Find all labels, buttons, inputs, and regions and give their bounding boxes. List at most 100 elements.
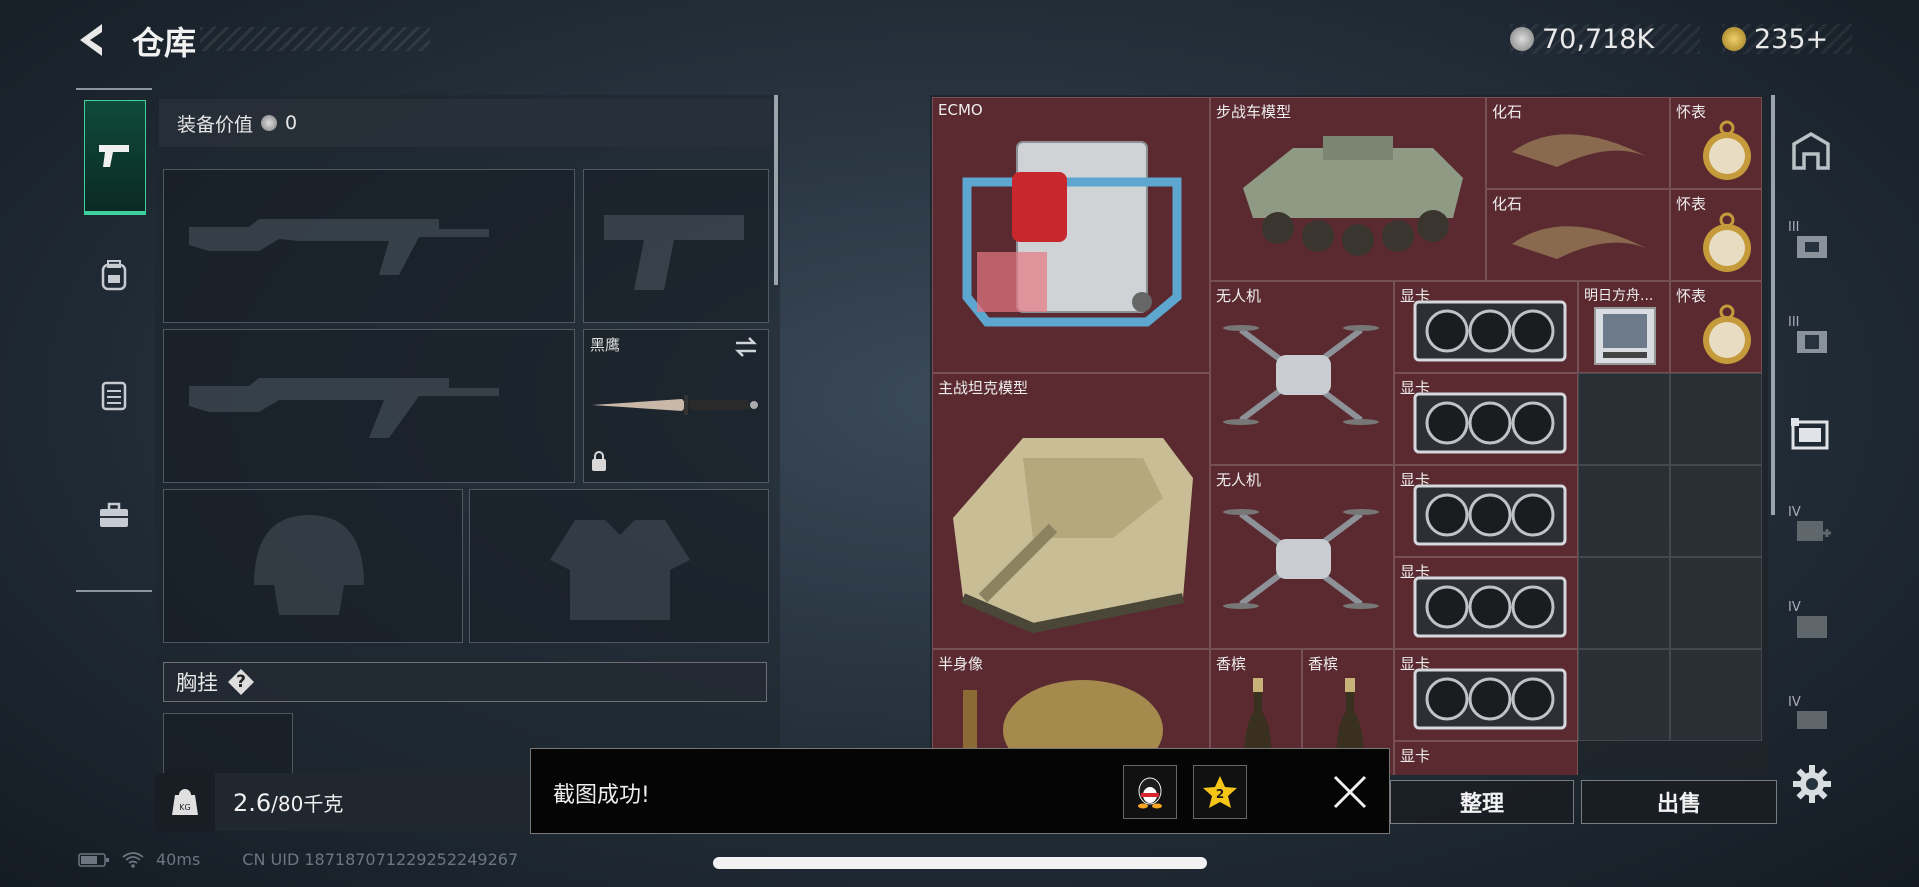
battery-icon [78, 852, 109, 867]
title-decoration [200, 27, 430, 51]
settings-gear-icon[interactable] [1790, 762, 1834, 806]
cards-icon [1791, 418, 1829, 450]
empty-cell[interactable] [1670, 557, 1762, 649]
home-indicator[interactable] [713, 857, 1207, 869]
filter-folder-card[interactable]: IV [1784, 590, 1838, 660]
uid-text: CN UID 18718707122925224926​7 [242, 850, 519, 869]
helmet-silhouette-icon [254, 515, 364, 615]
nav-toolbox[interactable] [84, 460, 144, 570]
sell-button[interactable]: 出售 [1581, 780, 1777, 824]
status-bar: 40ms CN UID 18718707122925224926​7 [78, 850, 518, 869]
item-pocket-watch[interactable]: 怀表 [1670, 281, 1762, 373]
share-qq-button[interactable] [1123, 765, 1177, 819]
armor-slot[interactable] [469, 489, 769, 643]
item-drone[interactable]: 无人机 [1210, 281, 1394, 465]
filter-armor-card[interactable]: III [1784, 305, 1838, 375]
chest-rig-label: 胸挂 [176, 671, 218, 695]
filter-case-card[interactable]: IV [1784, 685, 1838, 755]
qzone-star-icon: 2 [1203, 776, 1237, 808]
empty-cell[interactable] [1578, 649, 1670, 741]
wifi-icon [122, 851, 144, 868]
drone-icon [1223, 509, 1379, 609]
knife-icon [592, 395, 758, 415]
item-fossil[interactable]: 化石 [1486, 97, 1670, 189]
top-bar: 仓库 70,718K 235+ [0, 0, 1919, 80]
item-graphics-card[interactable]: 显卡 [1394, 649, 1578, 741]
gold-currency[interactable]: 235+ [1722, 23, 1852, 55]
gold-amount: 235+ [1754, 23, 1829, 55]
item-graphics-card[interactable]: 显卡 [1394, 465, 1578, 557]
item-arknights-collectible[interactable]: 明日方舟... [1578, 281, 1670, 373]
item-ecmo[interactable]: ECMO [932, 97, 1210, 373]
item-fossil[interactable]: 化石 [1486, 189, 1670, 281]
weight-bar: KG 2.6/80千克 [155, 773, 535, 831]
storage-panel: ECMO 步战车模型 化石 化石 怀表 怀表 怀表 无人机 无人机 显卡 显卡 … [930, 95, 1768, 775]
empty-cell[interactable] [1578, 465, 1670, 557]
empty-cell[interactable] [1670, 649, 1762, 741]
nav-weapons[interactable] [84, 100, 146, 215]
back-arrow-icon[interactable] [72, 18, 112, 62]
primary-weapon-slot[interactable] [163, 169, 575, 323]
ifv-model-icon [1243, 136, 1463, 256]
sidearm-slot[interactable] [583, 169, 769, 323]
svg-text:2: 2 [1216, 787, 1224, 801]
melee-name: 黑鹰 [590, 336, 621, 354]
backpack-icon [101, 260, 127, 291]
ping-text: 40ms [156, 850, 201, 869]
graphics-card-icon [1413, 576, 1567, 638]
item-drone[interactable]: 无人机 [1210, 465, 1394, 649]
graphics-card-icon [1413, 484, 1567, 546]
empty-cell[interactable] [1670, 373, 1762, 465]
equipment-value-bar: 装备价值 0 [159, 99, 771, 147]
chest-rig-header: 胸挂 ? [163, 662, 767, 702]
graphics-card-icon [1413, 668, 1567, 730]
helmet-slot[interactable] [163, 489, 463, 643]
filter-all[interactable] [1784, 115, 1838, 185]
ecmo-machine-icon [962, 141, 1182, 327]
rifle-silhouette-icon [189, 219, 489, 275]
pocket-watch-icon [1703, 120, 1751, 180]
item-ifv-model[interactable]: 步战车模型 [1210, 97, 1486, 281]
page-title: 仓库 [132, 24, 197, 62]
share-qzone-button[interactable]: 2 [1193, 765, 1247, 819]
toast-message: 截图成功! [553, 783, 650, 808]
item-pocket-watch[interactable]: 怀表 [1670, 97, 1762, 189]
empty-cell[interactable] [1578, 373, 1670, 465]
item-tank-model[interactable]: 主战坦克模型 [932, 373, 1210, 649]
gold-coin-icon [1722, 27, 1746, 51]
item-pocket-watch[interactable]: 怀表 [1670, 189, 1762, 281]
filter-medkit-card[interactable]: IV [1784, 495, 1838, 565]
item-graphics-card[interactable]: 显卡 [1394, 373, 1578, 465]
item-graphics-card[interactable]: 显卡 [1394, 281, 1578, 373]
pocket-watch-icon [1703, 304, 1751, 364]
equipment-scrollbar[interactable] [774, 95, 778, 285]
rifle-silhouette-icon [189, 378, 499, 438]
melee-slot[interactable]: 黑鹰 [583, 329, 769, 483]
armor-silhouette-icon [550, 520, 690, 620]
silver-coin-icon [261, 115, 278, 131]
secondary-weapon-slot[interactable] [163, 329, 575, 483]
fossil-claw-icon [1512, 226, 1657, 259]
empty-cell[interactable] [1670, 465, 1762, 557]
nav-backpack[interactable] [84, 220, 144, 330]
silver-amount: 70,718K [1542, 23, 1655, 55]
equipment-panel: 装备价值 0 黑鹰 胸挂 ? [155, 95, 780, 775]
graphics-card-icon [1413, 300, 1567, 362]
filter-vest-card[interactable]: III [1784, 210, 1838, 280]
storage-scrollbar[interactable] [1771, 95, 1775, 515]
empty-cell[interactable] [1578, 557, 1670, 649]
swap-icon[interactable] [732, 336, 760, 358]
tank-model-icon [953, 438, 1193, 634]
sort-button[interactable]: 整理 [1390, 780, 1574, 824]
item-graphics-card[interactable]: 显卡 [1394, 741, 1578, 775]
toolbox-icon [100, 502, 128, 527]
help-icon[interactable]: ? [228, 669, 254, 695]
chest-rig-slot[interactable] [163, 713, 293, 775]
pistol-silhouette-icon [604, 215, 744, 290]
nav-vest[interactable] [84, 340, 144, 450]
filter-cards[interactable] [1784, 400, 1838, 470]
item-graphics-card[interactable]: 显卡 [1394, 557, 1578, 649]
arknights-card-icon [1594, 307, 1656, 365]
screenshot-toast: 截图成功! 2 [530, 748, 1390, 834]
close-icon[interactable] [1327, 769, 1373, 815]
